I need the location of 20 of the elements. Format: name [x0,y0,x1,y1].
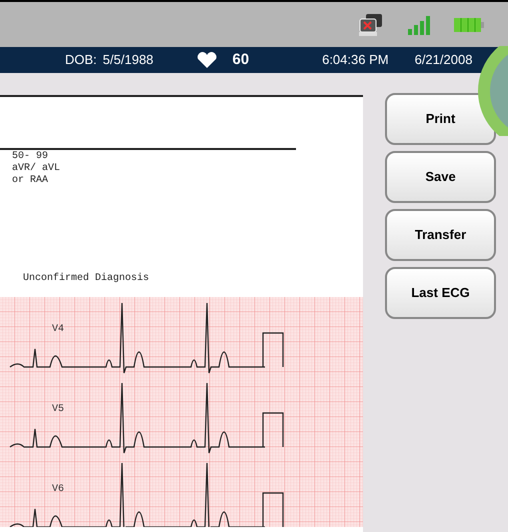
lead-label: V6 [52,484,64,495]
date-text: 6/21/2008 [414,51,472,70]
report-text: 50- 99 [12,151,48,162]
action-button[interactable]: Save [385,151,496,203]
battery-icon [454,18,484,32]
dob-value: 5/5/1988 [102,51,154,70]
dob-label: DOB: [65,51,97,70]
action-button[interactable]: Transfer [385,209,496,261]
diagnosis-text: Unconfirmed Diagnosis [23,272,150,286]
action-button[interactable]: Print [385,93,496,145]
heart-icon [197,52,218,68]
lead-label: V4 [52,324,64,335]
action-button[interactable]: Last ECG [385,267,496,319]
time-text: 6:04:36 PM [322,51,389,70]
lead-label: V5 [52,404,64,415]
report-text: aVR/ aVL [12,163,60,175]
report-text: or RAA [12,175,48,187]
heart-rate: 60 [232,50,250,70]
signal-icon [408,14,430,34]
monitor-icon [358,12,384,36]
